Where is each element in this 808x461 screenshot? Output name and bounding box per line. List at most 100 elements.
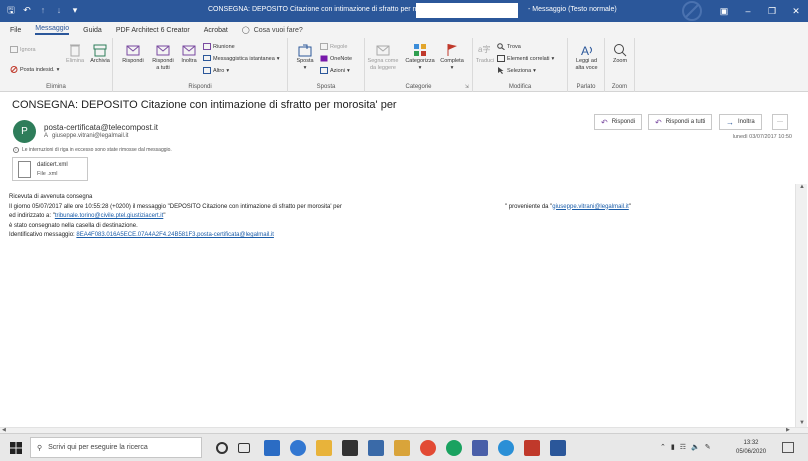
recipient-link[interactable]: tribunale.torino@civile.ptel.giustiziace…	[55, 213, 163, 219]
dialog-launcher-icon[interactable]: ⇲	[465, 84, 469, 90]
title-bar: 🖫 ↶ ↑ ↓ ▾ CONSEGNA: DEPOSITO Citazione c…	[0, 0, 808, 22]
battery-icon[interactable]: ▮	[671, 443, 675, 451]
azioni-button[interactable]: Azioni ▾	[320, 67, 350, 74]
categorizza-button[interactable]: Categorizza ▾	[402, 43, 438, 72]
messaggistica-button[interactable]: Messaggistica istantanea ▾	[203, 55, 280, 62]
tab-acrobat[interactable]: Acrobat	[204, 27, 228, 34]
rules-icon	[320, 43, 328, 50]
task-view-icon[interactable]	[238, 443, 250, 453]
traduci-button[interactable]: a字 Traduci	[475, 43, 495, 65]
leggi-label-2: alta voce	[575, 65, 598, 71]
to-label: A	[44, 133, 49, 139]
body-text-segment: " proveniente da "	[505, 203, 553, 210]
seleziona-button[interactable]: Seleziona ▾	[497, 67, 536, 74]
store-icon[interactable]	[342, 440, 358, 456]
forward-button[interactable]: → Inoltra	[719, 114, 762, 130]
sposta-button[interactable]: Sposta ▾	[292, 43, 318, 72]
save-icon[interactable]: 🖫	[6, 5, 16, 15]
traduci-label: Traduci	[475, 58, 495, 64]
acrobat-icon[interactable]	[524, 440, 540, 456]
vertical-scrollbar[interactable]: ▲ ▼	[795, 184, 807, 428]
word-icon[interactable]	[550, 440, 566, 456]
recipient-address[interactable]: giuseppe.vitrani@legalmail.it	[52, 133, 128, 139]
elimina-label: Elimina	[65, 58, 85, 64]
regole-button[interactable]: Regole	[320, 43, 347, 50]
message-id-link[interactable]: 8EA4F083.016A5ECE.07A4A2F4.24B581F3.post…	[76, 232, 274, 238]
restore-button[interactable]: ❐	[760, 0, 784, 22]
trova-button[interactable]: Trova	[497, 43, 521, 50]
group-label-rispondi: Rispondi	[188, 84, 212, 90]
reply-all-button[interactable]: ↶ Rispondi a tutti	[648, 114, 713, 130]
rispondi-button[interactable]: Rispondi	[119, 43, 147, 65]
sender-link[interactable]: giuseppe.vitrani@legalmail.it	[552, 204, 628, 210]
elimina-button[interactable]: Elimina	[64, 43, 86, 65]
chrome-icon[interactable]	[420, 440, 436, 456]
close-button[interactable]: ✕	[784, 0, 808, 22]
zoom-button[interactable]: Zoom	[607, 43, 633, 65]
ribbon-display-options-icon[interactable]: ▣	[712, 0, 736, 22]
undo-icon[interactable]: ↶	[22, 5, 32, 15]
ribbon: Ignora Posta indesid. ▾ Elimina Archivia…	[0, 38, 808, 92]
mail-icon[interactable]	[368, 440, 384, 456]
tab-pdf-architect[interactable]: PDF Architect 6 Creator	[116, 27, 190, 34]
cortana-icon[interactable]	[216, 442, 228, 454]
altro-button[interactable]: Altro ▾	[203, 67, 229, 74]
taskbar-search[interactable]: ⚲ Scrivi qui per eseguire la ricerca	[30, 437, 202, 458]
more-actions-button[interactable]: ···	[772, 114, 788, 130]
group-rispondi: Rispondi Rispondi a tutti Inoltra Riunio…	[113, 38, 288, 92]
body-line: è stato consegnato nella casella di dest…	[9, 222, 138, 229]
app-icon[interactable]	[446, 440, 462, 456]
segna-come-da-leggere-button[interactable]: Segna come da leggere	[365, 43, 401, 72]
onenote-button[interactable]: OneNote	[320, 55, 352, 62]
network-icon[interactable]: ☶	[680, 443, 686, 451]
file-explorer-icon[interactable]	[316, 440, 332, 456]
sender-address[interactable]: posta-certificata@telecompost.it	[44, 123, 158, 132]
decorative-logo-icon	[682, 1, 702, 21]
archive-icon	[93, 44, 107, 57]
xml-file-icon	[18, 161, 31, 178]
scroll-up-icon[interactable]: ▲	[796, 184, 808, 192]
chevron-up-icon[interactable]: ⌃	[660, 443, 666, 451]
reply-button[interactable]: ↶ Rispondi	[594, 114, 643, 130]
folder-icon[interactable]	[394, 440, 410, 456]
ignora-button[interactable]: Ignora	[10, 46, 36, 53]
down-icon[interactable]: ↓	[54, 5, 64, 15]
quick-access-toolbar: 🖫 ↶ ↑ ↓ ▾	[6, 5, 80, 15]
notifications-icon[interactable]	[782, 442, 794, 453]
tab-file[interactable]: File	[10, 27, 21, 34]
minimize-button[interactable]: –	[736, 0, 760, 22]
tell-me-search[interactable]: ◯ Cosa vuoi fare?	[242, 26, 303, 35]
volume-icon[interactable]: 🔈	[691, 443, 700, 451]
read-aloud-icon: A	[581, 44, 592, 57]
rispondi-a-tutti-button[interactable]: Rispondi a tutti	[148, 43, 178, 72]
customize-qat-icon[interactable]: ▾	[70, 5, 80, 15]
completa-button[interactable]: Completa ▾	[438, 43, 466, 72]
info-bar: i Le interruzioni di riga in eccesso son…	[13, 147, 172, 153]
edge-icon[interactable]	[290, 440, 306, 456]
outlook-taskbar-icon[interactable]	[264, 440, 280, 456]
chevron-down-icon: ▾	[226, 67, 230, 74]
attachment[interactable]: daticert.xml File .xml	[12, 157, 88, 181]
windows-start-icon[interactable]	[10, 442, 22, 454]
taskbar-clock[interactable]: 13:32 05/06/2020	[736, 439, 766, 457]
group-sposta: Sposta ▾ Regole OneNote Azioni ▾ Sposta	[288, 38, 365, 92]
trova-label: Trova	[507, 43, 521, 50]
teams-icon[interactable]	[472, 440, 488, 456]
riunione-button[interactable]: Riunione	[203, 43, 235, 50]
info-text[interactable]: Le interruzioni di riga in eccesso sono …	[22, 147, 172, 153]
up-icon[interactable]: ↑	[38, 5, 48, 15]
internet-explorer-icon[interactable]	[498, 440, 514, 456]
leggi-ad-alta-voce-button[interactable]: A Leggi ad alta voce	[570, 43, 603, 72]
archivia-button[interactable]: Archivia	[88, 43, 112, 65]
group-label-modifica: Modifica	[508, 84, 532, 90]
zoom-icon	[614, 44, 627, 57]
tab-guida[interactable]: Guida	[83, 27, 102, 34]
elementi-correlati-button[interactable]: Elementi correlati ▾	[497, 55, 554, 62]
reply-icon: ↶	[601, 117, 608, 127]
inoltra-button[interactable]: Inoltra	[178, 43, 200, 65]
messaggistica-label: Messaggistica istantanea	[213, 55, 275, 62]
posta-indesiderata-button[interactable]: Posta indesid. ▾	[10, 66, 59, 73]
pen-icon[interactable]: ✎	[705, 443, 711, 451]
tab-messaggio[interactable]: Messaggio	[35, 25, 70, 35]
chevron-down-icon: ▾	[346, 67, 350, 74]
